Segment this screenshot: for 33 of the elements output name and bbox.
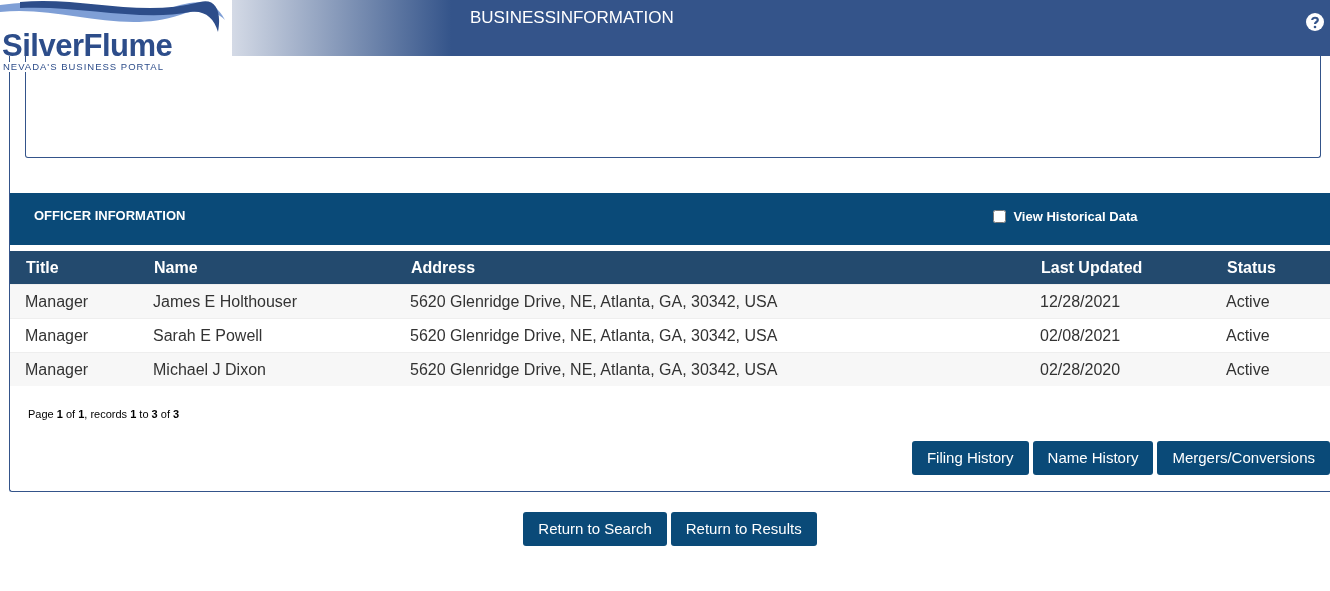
logo-tagline: NEVADA'S BUSINESS PORTAL: [3, 62, 166, 72]
table-cell: 5620 Glenridge Drive, NE, Atlanta, GA, 30342, USA: [410, 360, 778, 378]
table-cell: 5620 Glenridge Drive, NE, Atlanta, GA, 30342, USA: [410, 326, 778, 344]
action-button[interactable]: Mergers/Conversions: [1157, 441, 1330, 475]
table-cell: Michael J Dixon: [153, 360, 266, 378]
return-button[interactable]: Return to Results: [670, 512, 817, 546]
table-cell: James E Holthouser: [153, 292, 298, 310]
action-button[interactable]: Name History: [1032, 441, 1154, 475]
column-header: Status: [1227, 258, 1276, 276]
column-header: Last Updated: [1041, 258, 1143, 276]
page-title: BUSINESSINFORMATION: [470, 7, 674, 29]
table-cell: 5620 Glenridge Drive, NE, Atlanta, GA, 30342, USA: [410, 292, 778, 310]
table-cell: Sarah E Powell: [153, 326, 263, 344]
table-cell: Active: [1226, 292, 1270, 310]
column-header: Name: [154, 258, 198, 276]
column-header: Title: [26, 258, 59, 276]
section-title: OFFICER INFORMATION: [34, 207, 186, 225]
help-icon[interactable]: [1306, 13, 1324, 31]
action-button[interactable]: Filing History: [911, 441, 1029, 475]
table-cell: Manager: [25, 292, 89, 310]
checkbox-label: View Historical Data: [1013, 208, 1138, 226]
return-button[interactable]: Return to Search: [523, 512, 667, 546]
pager-text: Page 1 of 1, records 1 to 3 of 3: [28, 408, 180, 420]
table-cell: 12/28/2021: [1040, 292, 1121, 310]
table-cell: 02/28/2020: [1040, 360, 1121, 378]
historical-checkbox[interactable]: [993, 210, 1007, 224]
logo-wordmark: SilverFlume: [2, 30, 173, 61]
table-cell: Active: [1226, 326, 1270, 344]
table-cell: Manager: [25, 360, 89, 378]
table-cell: Manager: [25, 326, 89, 344]
table-cell: Active: [1226, 360, 1270, 378]
table-cell: 02/08/2021: [1040, 326, 1121, 344]
column-header: Address: [411, 258, 476, 276]
